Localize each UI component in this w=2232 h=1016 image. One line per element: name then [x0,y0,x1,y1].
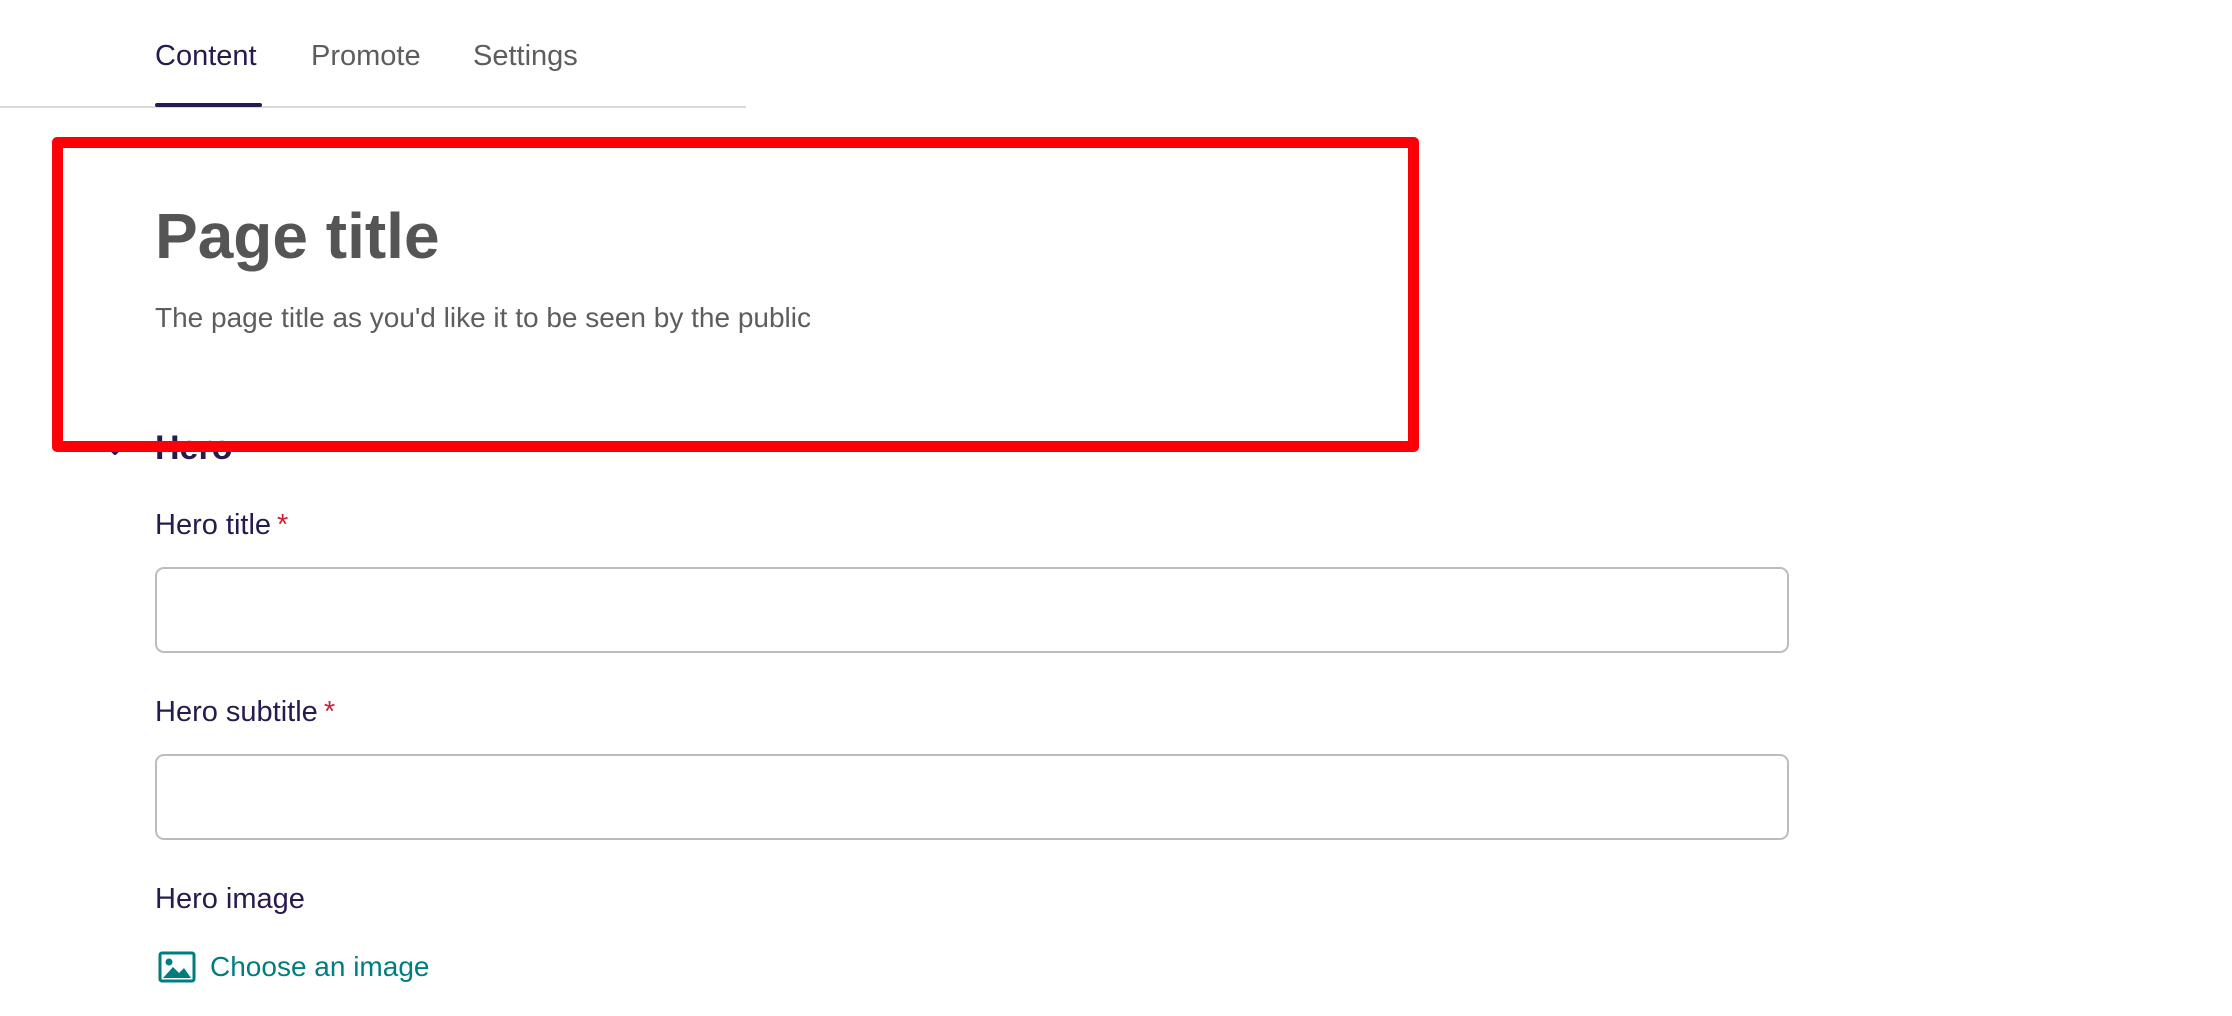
required-marker: * [323,696,336,728]
tab-promote[interactable]: Promote [311,36,421,76]
hero-image-label: Hero image [155,883,305,915]
choose-image-label: Choose an image [210,951,430,982]
active-tab-indicator [155,103,262,107]
highlight-box [52,137,1419,452]
editor-tabs: Content Promote Settings [0,0,746,108]
required-marker: * [277,509,289,541]
hero-section-heading[interactable]: Hero [155,428,232,468]
tab-content[interactable]: Content [155,36,257,76]
page-title[interactable]: Page title [155,196,440,276]
hero-subtitle-label-text: Hero subtitle [155,696,318,728]
hero-title-label-text: Hero title [155,509,272,541]
choose-image-button[interactable]: Choose an image [158,947,429,987]
hero-subtitle-label: Hero subtitle * [155,692,335,732]
hero-subtitle-input[interactable] [155,754,1789,840]
page-title-help-text: The page title as you'd like it to be se… [155,302,811,333]
chevron-down-icon[interactable] [104,438,126,460]
hero-title-label: Hero title * [155,505,288,545]
hero-title-input[interactable] [155,567,1789,653]
tab-settings[interactable]: Settings [473,36,578,76]
image-icon [158,951,196,983]
